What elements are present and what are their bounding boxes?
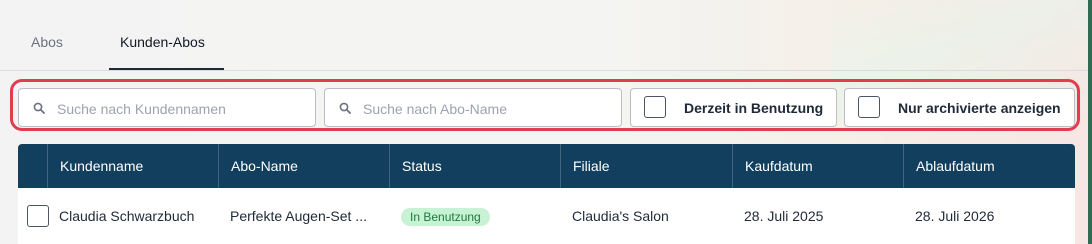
cell-kundenname: Claudia Schwarzbuch <box>59 208 195 224</box>
active-tab-indicator <box>109 68 224 70</box>
row-select-checkbox[interactable] <box>27 205 49 227</box>
cell-abo-name: Perfekte Augen-Set ... <box>230 208 367 224</box>
select-column-header <box>18 144 47 188</box>
filter-highlight-frame <box>10 79 1080 131</box>
column-header-ablaufdatum[interactable]: Ablaufdatum <box>903 144 1075 188</box>
column-header-kundenname[interactable]: Kundenname <box>47 144 218 188</box>
tab-kunden-abos[interactable]: Kunden-Abos <box>120 34 205 50</box>
table-header: Kundenname Abo-Name Status Filiale Kaufd… <box>18 144 1075 188</box>
cell-kaufdatum: 28. Juli 2025 <box>744 208 824 224</box>
cell-ablaufdatum: 28. Juli 2026 <box>915 208 995 224</box>
column-header-kaufdatum[interactable]: Kaufdatum <box>732 144 903 188</box>
window-edge <box>1088 0 1092 244</box>
column-header-status[interactable]: Status <box>389 144 560 188</box>
cell-filiale: Claudia's Salon <box>572 208 669 224</box>
status-badge: In Benutzung <box>401 208 490 227</box>
tab-abos[interactable]: Abos <box>31 34 63 50</box>
tab-bar: Abos Kunden-Abos <box>0 0 1088 71</box>
column-header-filiale[interactable]: Filiale <box>560 144 732 188</box>
cell-status: In Benutzung <box>389 188 560 244</box>
column-header-abo-name[interactable]: Abo-Name <box>218 144 389 188</box>
kunden-abos-table: Kundenname Abo-Name Status Filiale Kaufd… <box>18 144 1075 244</box>
table-row[interactable]: Claudia Schwarzbuch Perfekte Augen-Set .… <box>18 188 1075 244</box>
